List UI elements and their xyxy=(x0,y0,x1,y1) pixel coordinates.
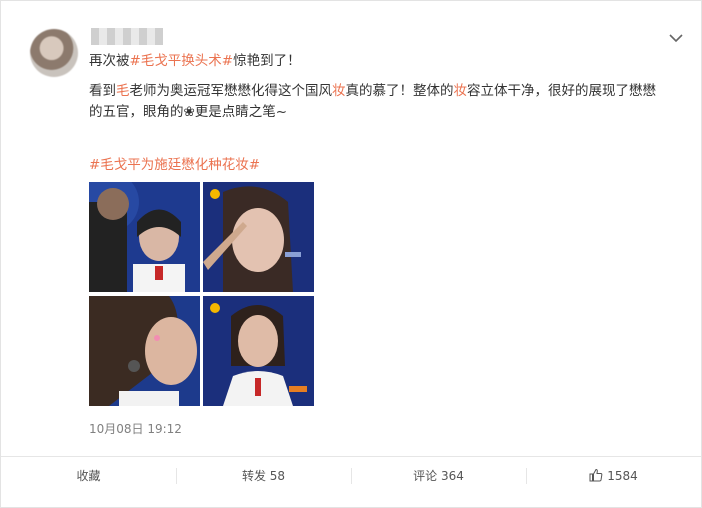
post-text: 容立体干净，很好的展现了懋懋 xyxy=(467,83,656,99)
post-text: 惊艳到了！ xyxy=(233,53,301,69)
post-text: 老师为奥运冠军懋懋化得这个国风 xyxy=(129,83,333,99)
like-count: 1584 xyxy=(607,468,638,483)
avatar[interactable] xyxy=(30,29,78,77)
hashtag-link[interactable]: #毛戈平换头术# xyxy=(130,53,234,69)
photo-thumbnail[interactable] xyxy=(89,296,200,406)
highlight-text: 毛 xyxy=(116,83,130,99)
post-hashtag-line: #毛戈平为施廷懋化种花妆# xyxy=(89,155,689,176)
post-text: 真的慕了！整体的 xyxy=(345,83,454,99)
thumbs-up-icon xyxy=(589,468,603,481)
favorite-button[interactable]: 收藏 xyxy=(1,457,176,495)
repost-button[interactable]: 转发 58 xyxy=(176,457,351,495)
hashtag-link[interactable]: #毛戈平为施廷懋化种花妆# xyxy=(89,157,260,173)
like-button[interactable]: 1584 xyxy=(526,457,701,495)
action-bar: 收藏 转发 58 评论 364 1584 xyxy=(1,456,701,494)
username-blurred[interactable] xyxy=(91,28,163,45)
comment-label: 评论 364 xyxy=(413,468,464,483)
photo-thumbnail[interactable] xyxy=(203,296,314,406)
chevron-down-icon[interactable] xyxy=(665,29,687,47)
favorite-label: 收藏 xyxy=(76,468,101,483)
repost-label: 转发 58 xyxy=(241,468,286,483)
post-timestamp[interactable]: 10月08日 19:12 xyxy=(89,420,182,437)
post-text-line-1: 再次被#毛戈平换头术#惊艳到了！ xyxy=(89,51,689,72)
post-text-line-2: 看到毛老师为奥运冠军懋懋化得这个国风妆真的慕了！整体的妆容立体干净，很好的展现了… xyxy=(89,81,689,102)
photo-grid xyxy=(89,182,315,406)
weibo-post-card: 再次被#毛戈平换头术#惊艳到了！ 看到毛老师为奥运冠军懋懋化得这个国风妆真的慕了… xyxy=(0,0,702,508)
highlight-text: 妆 xyxy=(332,83,346,99)
post-text: 再次被 xyxy=(89,53,130,69)
comment-button[interactable]: 评论 364 xyxy=(351,457,526,495)
post-text-line-3: 的五官，眼角的❀更是点睛之笔~ xyxy=(89,104,288,120)
photo-thumbnail[interactable] xyxy=(89,182,200,292)
photo-thumbnail[interactable] xyxy=(203,182,314,292)
highlight-text: 妆 xyxy=(453,83,468,99)
post-text: 看到 xyxy=(89,83,116,99)
